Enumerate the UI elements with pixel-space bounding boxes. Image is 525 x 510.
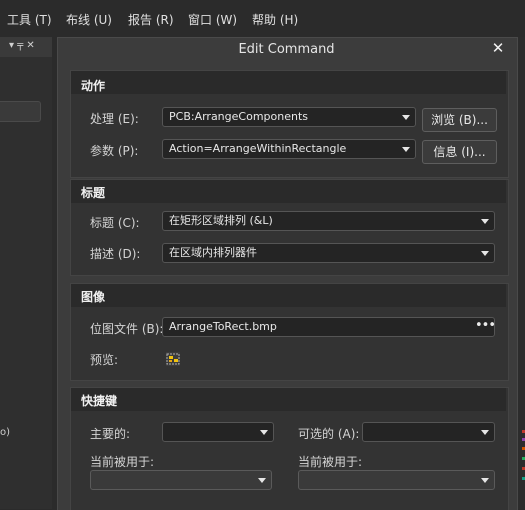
menu-window[interactable]: 窗口 (W)	[188, 11, 237, 28]
param-value: Action=ArrangeWithinRectangle	[169, 142, 347, 155]
preview-label: 预览:	[90, 353, 119, 367]
process-label: 处理 (E):	[90, 112, 139, 126]
menu-route[interactable]: 布线 (U)	[66, 11, 112, 28]
shortcut-group-title: 快捷键	[81, 394, 118, 408]
action-group-title: 动作	[81, 79, 106, 93]
chevron-down-icon	[481, 219, 489, 224]
menu-tools[interactable]: 工具 (T)	[7, 11, 52, 28]
chevron-down-icon	[481, 251, 489, 256]
desc-combo[interactable]: 在区域内排列器件	[162, 243, 495, 263]
more-icon[interactable]: •••	[475, 318, 496, 333]
chevron-down-icon	[481, 478, 489, 483]
desc-label: 描述 (D):	[90, 247, 141, 261]
secondary-label: 可选的 (A):	[298, 427, 360, 441]
left-panel-text: o)	[0, 427, 11, 438]
close-icon[interactable]: ✕	[490, 38, 506, 58]
chevron-down-icon	[402, 147, 410, 152]
bitmap-value: ArrangeToRect.bmp	[169, 320, 277, 333]
title-group-header	[71, 180, 506, 203]
menu-reports[interactable]: 报告 (R)	[128, 11, 174, 28]
param-combo[interactable]: Action=ArrangeWithinRectangle	[162, 139, 416, 159]
shortcut-group-header	[71, 388, 506, 411]
image-group-header	[71, 284, 506, 307]
caption-combo[interactable]: 在矩形区域排列 (&L)	[162, 211, 495, 231]
process-combo[interactable]: PCB:ArrangeComponents	[162, 107, 416, 127]
chevron-down-icon	[258, 478, 266, 483]
title-group-title: 标题	[81, 186, 106, 200]
menu-help[interactable]: 帮助 (H)	[252, 11, 298, 28]
param-label: 参数 (P):	[90, 144, 139, 158]
image-group-title: 图像	[81, 290, 106, 304]
info-button[interactable]: 信息 (I)...	[422, 140, 497, 164]
dialog-title: Edit Command	[238, 42, 335, 57]
chevron-down-icon	[260, 430, 268, 435]
used-by-right-label: 当前被用于:	[298, 455, 363, 469]
desc-value: 在区域内排列器件	[169, 246, 257, 259]
left-panel-field[interactable]	[0, 101, 41, 122]
action-group-header	[71, 71, 506, 94]
secondary-shortcut-combo[interactable]	[362, 422, 495, 442]
used-by-left-label: 当前被用于:	[90, 455, 155, 469]
caption-label: 标题 (C):	[90, 216, 140, 230]
process-value: PCB:ArrangeComponents	[169, 110, 308, 123]
panel-controls[interactable]: ▾ ╤ ✕	[9, 40, 35, 51]
bitmap-label: 位图文件 (B):	[90, 322, 164, 336]
chevron-down-icon	[402, 115, 410, 120]
primary-label: 主要的:	[90, 427, 131, 441]
used-by-left-combo[interactable]	[90, 470, 272, 490]
used-by-right-combo[interactable]	[298, 470, 495, 490]
primary-shortcut-combo[interactable]	[162, 422, 274, 442]
caption-value: 在矩形区域排列 (&L)	[169, 214, 273, 227]
chevron-down-icon	[481, 430, 489, 435]
browse-button[interactable]: 浏览 (B)...	[422, 108, 497, 132]
arrange-preview-icon	[166, 352, 180, 366]
bitmap-field[interactable]: ArrangeToRect.bmp	[162, 317, 495, 337]
